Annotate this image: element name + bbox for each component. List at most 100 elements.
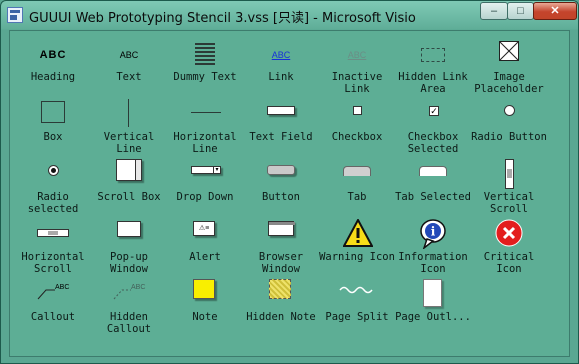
- stencil-item[interactable]: Text Field: [243, 97, 319, 155]
- stencil-item-label: Page Split: [325, 311, 389, 323]
- stencil-item-label: Hidden Link Area: [398, 71, 468, 95]
- stencil-item[interactable]: ABC Callout: [15, 277, 91, 335]
- stencil-item[interactable]: Browser Window: [243, 217, 319, 275]
- checkbox-icon: [353, 106, 362, 115]
- stencil-item[interactable]: ABC Heading: [15, 37, 91, 95]
- shape-preview: [15, 159, 91, 193]
- stencil-item-label: Horizontal Line: [173, 131, 237, 155]
- stencil-item-label: Checkbox Selected: [407, 131, 459, 155]
- stencil-item[interactable]: ABC Hidden Callout: [91, 277, 167, 335]
- alert-icon: ⚠≡: [193, 221, 215, 236]
- stencil-item[interactable]: Page Split: [319, 277, 395, 335]
- hidden-callout-sample: ABC: [131, 284, 146, 291]
- vertical-scroll-icon: [505, 159, 514, 189]
- stencil-item[interactable]: Button: [243, 157, 319, 215]
- stencil-item[interactable]: Hidden Link Area: [395, 37, 471, 95]
- dummy-text-icon: [195, 43, 215, 67]
- window-title: GUUUI Web Prototyping Stencil 3.vss [只读]…: [29, 11, 416, 26]
- shape-preview: [471, 159, 547, 193]
- shape-preview: [471, 219, 547, 253]
- image-placeholder-icon: [499, 41, 519, 61]
- stencil-item[interactable]: Radio selected: [15, 157, 91, 215]
- stencil-item[interactable]: Image Placeholder: [471, 37, 547, 95]
- stencil-item-label: Drop Down: [176, 191, 234, 203]
- shape-preview: [319, 99, 395, 133]
- stencil-item-label: Radio Button: [471, 131, 547, 143]
- stencil-item[interactable]: i Information Icon: [395, 217, 471, 275]
- stencil-item[interactable]: ABC Text: [91, 37, 167, 95]
- stencil-item[interactable]: ✓ Checkbox Selected: [395, 97, 471, 155]
- text-field-icon: [267, 106, 295, 115]
- stencil-item[interactable]: Horizontal Line: [167, 97, 243, 155]
- stencil-item[interactable]: Vertical Scroll: [471, 157, 547, 215]
- drop-down-icon: ▾: [191, 166, 221, 174]
- horizontal-scroll-icon: [37, 229, 69, 237]
- shape-preview: [471, 39, 547, 73]
- stencil-item[interactable]: Radio Button: [471, 97, 547, 155]
- stencil-item-label: Button: [262, 191, 300, 203]
- warning-icon: [343, 219, 373, 247]
- shape-preview: ABC: [15, 279, 91, 313]
- button-icon: [267, 165, 295, 175]
- stencil-item[interactable]: Page Outl...: [395, 277, 471, 335]
- stencil-item[interactable]: Warning Icon: [319, 217, 395, 275]
- stencil-item[interactable]: Critical Icon: [471, 217, 547, 275]
- stencil-item[interactable]: Horizontal Scroll: [15, 217, 91, 275]
- stencil-item[interactable]: Checkbox: [319, 97, 395, 155]
- stencil-item-label: Radio selected: [27, 191, 79, 215]
- stencil-item[interactable]: ABC Inactive Link: [319, 37, 395, 95]
- note-icon: [193, 279, 215, 299]
- stencil-item-label: Browser Window: [258, 251, 304, 275]
- title-bar[interactable]: GUUUI Web Prototyping Stencil 3.vss [只读]…: [1, 1, 578, 29]
- stencil-item[interactable]: Note: [167, 277, 243, 335]
- stencil-item[interactable]: ⚠≡ Alert: [167, 217, 243, 275]
- close-button[interactable]: ✕: [533, 2, 577, 20]
- stencil-item-label: Tab: [347, 191, 367, 203]
- shape-preview: [319, 219, 395, 253]
- stencil-item[interactable]: Tab: [319, 157, 395, 215]
- stencil-item-label: Callout: [30, 311, 76, 323]
- callout-sample: ABC: [55, 284, 70, 291]
- shape-preview: ✓: [395, 99, 471, 133]
- shape-preview: [91, 159, 167, 193]
- stencil-item[interactable]: Hidden Note: [243, 277, 319, 335]
- shape-preview: [167, 39, 243, 73]
- stencil-item-label: Information Icon: [398, 251, 468, 275]
- stencil-item[interactable]: ABC Link: [243, 37, 319, 95]
- stencil-item-label: Note: [192, 311, 218, 323]
- shape-preview: [395, 279, 471, 313]
- popup-window-icon: [117, 221, 141, 237]
- link-icon: ABC: [243, 50, 319, 60]
- shape-preview: [15, 219, 91, 253]
- stencil-item-label: Vertical Line: [103, 131, 155, 155]
- shape-preview: [243, 219, 319, 253]
- radio-selected-icon: [48, 165, 59, 176]
- horizontal-line-icon: [191, 112, 221, 113]
- stencil-item[interactable]: Scroll Box: [91, 157, 167, 215]
- shape-preview: [395, 159, 471, 193]
- stencil-item[interactable]: Dummy Text: [167, 37, 243, 95]
- heading-icon: ABC: [15, 49, 91, 61]
- stencil-item-label: Horizontal Scroll: [21, 251, 85, 275]
- stencil-item-label: Scroll Box: [97, 191, 161, 203]
- shape-preview: [319, 279, 395, 313]
- stencil-item[interactable]: Tab Selected: [395, 157, 471, 215]
- svg-text:i: i: [431, 225, 436, 239]
- stencil-item-label: Checkbox: [331, 131, 383, 143]
- stencil-item-label: Hidden Note: [246, 311, 316, 323]
- maximize-button[interactable]: □: [507, 2, 534, 20]
- stencil-item-label: Hidden Callout: [106, 311, 152, 335]
- stencil-item[interactable]: ▾ Drop Down: [167, 157, 243, 215]
- minimize-button[interactable]: –: [480, 2, 508, 20]
- stencil-item[interactable]: Vertical Line: [91, 97, 167, 155]
- stencil-item-label: Warning Icon: [319, 251, 395, 263]
- stencil-item[interactable]: Box: [15, 97, 91, 155]
- callout-icon: ABC: [37, 281, 77, 301]
- text-icon: ABC: [91, 50, 167, 60]
- link-sample: ABC: [271, 50, 291, 60]
- stencil-item[interactable]: Pop-up Window: [91, 217, 167, 275]
- visio-app-icon[interactable]: [7, 7, 23, 23]
- inactive-link-sample: ABC: [347, 50, 367, 60]
- stencil-shapes-panel: ABC Heading ABC Text Dummy Text ABC Link AB…: [9, 30, 570, 357]
- stencil-item-label: Text: [116, 71, 142, 83]
